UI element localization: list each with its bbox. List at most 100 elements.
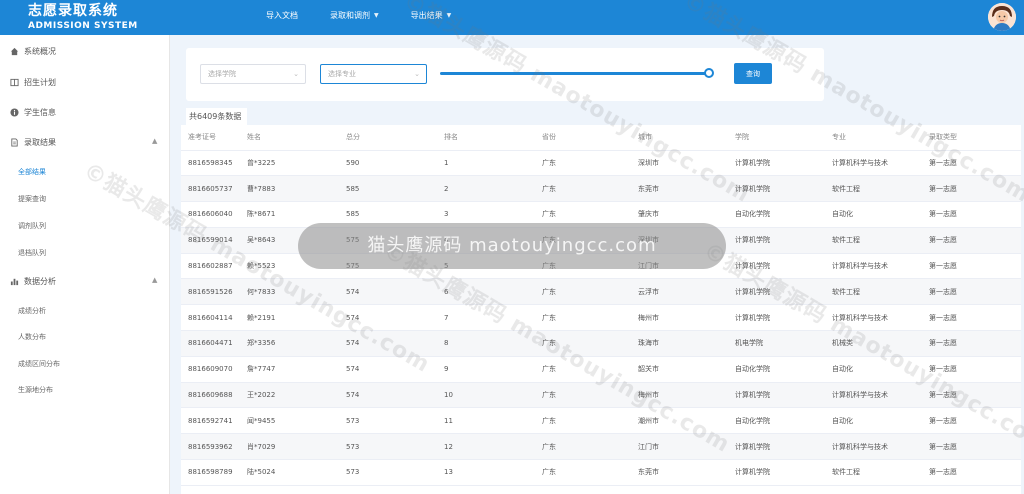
sidebar-sub-score-analysis[interactable]: 成绩分析: [18, 306, 46, 316]
sidebar-sub-origin-distribution[interactable]: 生源地分布: [18, 385, 53, 395]
score-slider-track[interactable]: [440, 72, 708, 75]
table-cell: 第一志愿: [922, 227, 1021, 254]
table-cell: 广东: [535, 356, 631, 383]
table-cell: 王*2022: [240, 382, 339, 409]
record-count: 共6409条数据: [186, 108, 247, 125]
sidebar-sub-adjust-queue[interactable]: 调剂队列: [18, 221, 46, 231]
table-cell: 574: [339, 382, 437, 409]
table-cell: 自动化学院: [728, 407, 825, 435]
table-cell: 第一志愿: [922, 407, 1021, 435]
table-cell: 8816598789: [181, 459, 240, 486]
table-cell: 广东: [535, 278, 631, 306]
column-header: 排名: [437, 125, 535, 151]
table-cell: 第一志愿: [922, 304, 1021, 332]
table-row[interactable]: 8816604471 郑*3356 574 8 广东 珠海市 机电学院 机械类 第一志愿: [181, 330, 1021, 357]
table-cell: 8816599014: [181, 227, 240, 254]
sidebar-item-label: 录取结果: [24, 138, 56, 147]
chevron-down-icon: ⌄: [293, 70, 299, 78]
table-cell: 韶关市: [631, 356, 728, 383]
table-cell: 广东: [535, 459, 631, 486]
table-cell: 第一志愿: [922, 201, 1021, 228]
table-row[interactable]: 8816598789 陆*5024 573 13 广东 东莞市 计算机学院 软件工程 第一志愿: [181, 459, 1021, 486]
table-cell: 8816604471: [181, 330, 240, 357]
column-header: 姓名: [240, 125, 339, 151]
nav-import-docs[interactable]: 导入文档: [266, 10, 298, 21]
table-row[interactable]: 8816598345 曾*3225 590 1 广东 深圳市 计算机学院 计算机科学与技术 第一…: [181, 150, 1021, 177]
sidebar-sub-count-distribution[interactable]: 人数分布: [18, 332, 46, 342]
nav-export-results[interactable]: 导出结果 ▼: [411, 10, 452, 21]
home-icon: [10, 47, 19, 56]
chevron-up-icon: ▲: [152, 137, 158, 145]
sidebar-item-results[interactable]: 录取结果: [10, 137, 56, 148]
sidebar-sub-score-range[interactable]: 成绩区间分布: [18, 359, 60, 369]
query-button[interactable]: 查询: [734, 63, 772, 84]
sidebar-item-analysis[interactable]: 数据分析: [10, 276, 56, 287]
table-cell: 1: [437, 150, 535, 177]
table-cell: 肇庆市: [631, 201, 728, 228]
table-row[interactable]: 8816593962 肖*7029 573 12 广东 江门市 计算机学院 计算机科学与技术第…: [181, 433, 1021, 461]
table-cell: 590: [339, 150, 437, 177]
table-row[interactable]: 8816592741 闻*9455 573 11 广东 潮州市 自动化学院 自动化 第一志愿: [181, 407, 1021, 435]
sidebar-item-plan[interactable]: 招生计划: [10, 77, 56, 88]
table-cell: 深圳市: [631, 150, 728, 177]
user-avatar[interactable]: [988, 3, 1016, 31]
table-cell: 潮州市: [631, 407, 728, 435]
table-row[interactable]: 8816604114 赖*2191 574 7 广东 梅州市 计算机学院 计算机科学与技术 第一…: [181, 304, 1021, 332]
major-select[interactable]: 选择专业 ⌄: [320, 64, 427, 84]
table-cell: 4: [437, 227, 535, 254]
table-row[interactable]: 8816609070 詹*7747 574 9 广东 韶关市 自动化学院 自动化 第一志愿: [181, 356, 1021, 383]
table-cell: 江门市: [631, 433, 728, 461]
table-cell: 广东: [535, 330, 631, 357]
table-cell: 软件工程: [825, 175, 922, 203]
table-row[interactable]: 8816599014 吴*8643 575 4 广东 深圳市 计算机学院 软件工程 第一志愿: [181, 227, 1021, 254]
table-row[interactable]: 8816602887 赖*5523 575 5 广东 江门市 计算机学院 计算机科学与技术 第一…: [181, 253, 1021, 280]
table-cell: 广东: [535, 382, 631, 409]
sidebar-item-students[interactable]: 学生信息: [10, 107, 56, 118]
table-cell: 计算机学院: [728, 150, 825, 177]
table-cell: 詹*7747: [240, 356, 339, 383]
brand: 志愿录取系统 ADMISSION SYSTEM: [28, 2, 138, 32]
sidebar-sub-all-results[interactable]: 全部结果: [18, 167, 46, 177]
table-cell: 计算机学院: [728, 382, 825, 409]
table-cell: 计算机科学与技术: [825, 433, 922, 461]
table-cell: 3: [437, 201, 535, 228]
table-cell: 郑*3356: [240, 330, 339, 357]
table-cell: 585: [339, 175, 437, 203]
top-nav: 导入文档 录取和调剂 ▼ 导出结果 ▼: [266, 10, 483, 21]
sidebar-item-label: 学生信息: [24, 108, 56, 117]
college-select-placeholder: 选择学院: [208, 70, 236, 78]
table-cell: 云浮市: [631, 278, 728, 306]
table-cell: 赖*5523: [240, 253, 339, 280]
table-cell: 573: [339, 433, 437, 461]
table-cell: 计算机科学与技术: [825, 253, 922, 280]
chevron-down-icon: ⌄: [414, 70, 420, 78]
table-cell: 575: [339, 227, 437, 254]
college-select[interactable]: 选择学院 ⌄: [200, 64, 306, 84]
table-cell: 574: [339, 304, 437, 332]
table-cell: 计算机学院: [728, 175, 825, 203]
table-row[interactable]: 8816609688 王*2022 574 10 广东 梅州市 计算机学院 计算机科学与技术第…: [181, 382, 1021, 409]
column-header: 学院: [728, 125, 825, 151]
nav-admission-adjust[interactable]: 录取和调剂 ▼: [330, 10, 379, 21]
table-cell: 2: [437, 175, 535, 203]
sidebar-item-overview[interactable]: 系统概况: [10, 46, 56, 57]
sidebar-sub-proposal-query[interactable]: 提案查询: [18, 194, 46, 204]
table-cell: 573: [339, 459, 437, 486]
table-cell: 何*7833: [240, 278, 339, 306]
table-cell: 计算机科学与技术: [825, 150, 922, 177]
avatar-icon: [988, 3, 1016, 31]
table-cell: 自动化学院: [728, 356, 825, 383]
table-cell: 计算机学院: [728, 278, 825, 306]
table-cell: 深圳市: [631, 227, 728, 254]
table-row[interactable]: 8816591526 何*7833 574 6 广东 云浮市 计算机学院 软件工程 第一志愿: [181, 278, 1021, 306]
table-row[interactable]: 8816605737 曹*7883 585 2 广东 东莞市 计算机学院 软件工程 第一志愿: [181, 175, 1021, 203]
book-icon: [10, 78, 19, 87]
score-slider-thumb[interactable]: [704, 68, 714, 78]
column-header: 省份: [535, 125, 631, 151]
column-header: 录取类型: [922, 125, 1021, 151]
table-row[interactable]: 8816606040 陈*8671 585 3 广东 肇庆市 自动化学院 自动化 第一志愿: [181, 201, 1021, 228]
sidebar-sub-withdraw-queue[interactable]: 退档队列: [18, 248, 46, 258]
table-cell: 第一志愿: [922, 253, 1021, 280]
table-cell: 广东: [535, 253, 631, 280]
table-cell: 吴*8643: [240, 227, 339, 254]
